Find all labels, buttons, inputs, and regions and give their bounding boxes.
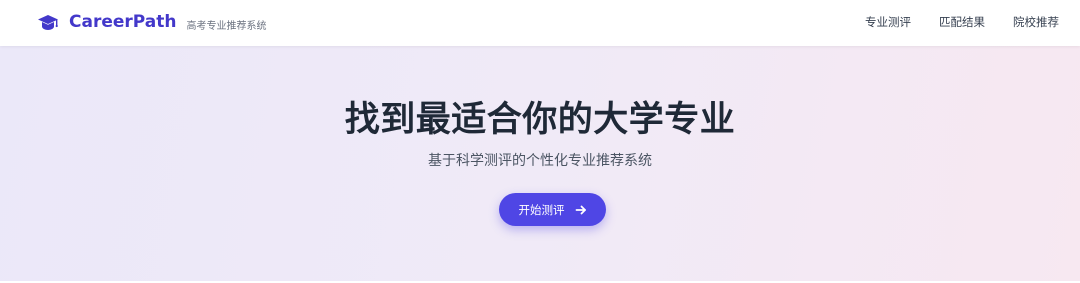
brand-tagline: 高考专业推荐系统 xyxy=(186,20,267,32)
nav-item-school-recommendation[interactable]: 院校推荐 xyxy=(1013,14,1059,30)
hero-section: 找到最适合你的大学专业 基于科学测评的个性化专业推荐系统 开始测评 xyxy=(0,46,1080,283)
main-nav: 专业测评 匹配结果 院校推荐 xyxy=(865,0,1059,44)
brand[interactable]: CareerPath 高考专业推荐系统 xyxy=(37,0,266,46)
top-navbar: CareerPath 高考专业推荐系统 专业测评 匹配结果 院校推荐 xyxy=(0,0,1080,46)
start-assessment-label: 开始测评 xyxy=(518,202,565,217)
hero-subtitle: 基于科学测评的个性化专业推荐系统 xyxy=(428,153,652,169)
hero-title: 找到最适合你的大学专业 xyxy=(344,100,736,140)
nav-item-assessment[interactable]: 专业测评 xyxy=(865,14,911,30)
arrow-right-icon xyxy=(575,204,587,216)
nav-item-match-results[interactable]: 匹配结果 xyxy=(939,14,985,30)
graduation-cap-icon xyxy=(37,14,59,32)
brand-name: CareerPath xyxy=(69,12,177,32)
start-assessment-button[interactable]: 开始测评 xyxy=(499,193,606,226)
page: CareerPath 高考专业推荐系统 专业测评 匹配结果 院校推荐 找到最适合… xyxy=(0,0,1080,283)
